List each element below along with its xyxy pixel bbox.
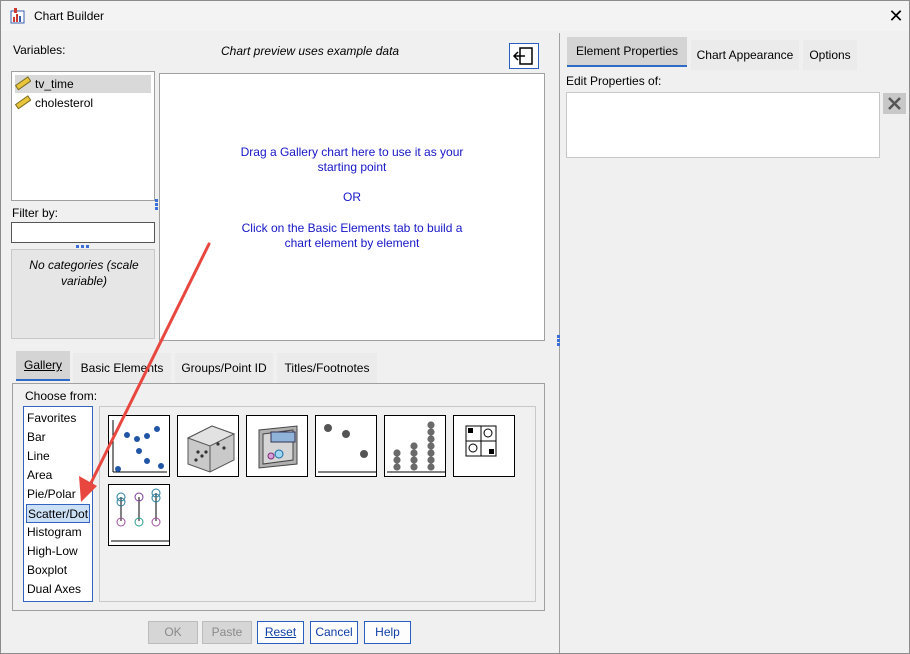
splitter-handle[interactable] bbox=[557, 335, 560, 347]
delete-element-button[interactable] bbox=[883, 93, 906, 114]
delete-x-icon bbox=[888, 97, 901, 110]
button-label: Help bbox=[375, 625, 400, 639]
filter-label: Filter by: bbox=[12, 206, 59, 220]
scatter-matrix-icon bbox=[465, 425, 497, 457]
category-item-high-low[interactable]: High-Low bbox=[26, 542, 90, 561]
tab-titles-footnotes[interactable]: Titles/Footnotes bbox=[277, 353, 377, 383]
preview-hint-line4: Click on the Basic Elements tab to build… bbox=[241, 221, 463, 235]
simple-dot-plot-thumbnail[interactable] bbox=[384, 415, 446, 477]
chart-builder-app-icon bbox=[10, 8, 25, 24]
scatterplot-matrix-thumbnail[interactable] bbox=[453, 415, 515, 477]
preview-caption: Chart preview uses example data bbox=[221, 44, 400, 58]
variable-item-tv-time[interactable]: tv_time bbox=[15, 75, 151, 93]
category-item-dual-axes[interactable]: Dual Axes bbox=[26, 580, 90, 599]
title-bar: Chart Builder ✕ bbox=[1, 1, 909, 31]
chart-builder-window: Chart Builder ✕ Variables: Chart preview… bbox=[0, 0, 910, 654]
tab-label: Gallery bbox=[23, 358, 62, 372]
variable-label: tv_time bbox=[35, 77, 74, 91]
preview-hint-or: OR bbox=[343, 190, 361, 204]
scale-ruler-icon bbox=[15, 95, 31, 110]
variable-item-cholesterol[interactable]: cholesterol bbox=[15, 94, 151, 112]
summary-point-icon bbox=[318, 424, 376, 473]
tab-chart-appearance[interactable]: Chart Appearance bbox=[691, 40, 799, 70]
window-title: Chart Builder bbox=[34, 9, 105, 23]
splitter-handle[interactable] bbox=[155, 199, 158, 211]
tab-label: Element Properties bbox=[575, 44, 679, 58]
cancel-button[interactable]: Cancel bbox=[310, 621, 358, 644]
annotation-arrow bbox=[79, 242, 211, 502]
tab-gallery[interactable]: Gallery bbox=[16, 351, 70, 381]
variable-label: cholesterol bbox=[35, 96, 94, 110]
grouped-3d-scatter-icon bbox=[258, 425, 298, 469]
button-label: Cancel bbox=[315, 625, 353, 639]
preview-hint-line1: Drag a Gallery chart here to use it as y… bbox=[240, 145, 464, 159]
category-item-histogram[interactable]: Histogram bbox=[26, 523, 90, 542]
reset-button[interactable]: Reset bbox=[257, 621, 304, 644]
close-icon: ✕ bbox=[888, 6, 904, 26]
summary-point-plot-thumbnail[interactable] bbox=[315, 415, 377, 477]
grouped-3d-scatter-thumbnail[interactable] bbox=[246, 415, 308, 477]
ok-button[interactable]: OK bbox=[148, 621, 198, 644]
expand-preview-button[interactable] bbox=[509, 43, 539, 69]
tab-options[interactable]: Options bbox=[803, 40, 857, 70]
edit-properties-list[interactable] bbox=[566, 92, 880, 158]
variables-list[interactable]: tv_time cholesterol bbox=[11, 71, 155, 201]
dot-plot-icon bbox=[387, 421, 445, 473]
edit-properties-label: Edit Properties of: bbox=[566, 74, 662, 88]
scale-ruler-icon bbox=[15, 76, 31, 91]
tab-label: Titles/Footnotes bbox=[284, 361, 370, 375]
button-label: Reset bbox=[264, 625, 297, 639]
category-item-boxplot[interactable]: Boxplot bbox=[26, 561, 90, 580]
tab-element-properties[interactable]: Element Properties bbox=[567, 37, 687, 67]
button-label: Paste bbox=[211, 625, 243, 639]
help-button[interactable]: Help bbox=[364, 621, 411, 644]
paste-button[interactable]: Paste bbox=[202, 621, 252, 644]
expand-panel-icon bbox=[512, 47, 533, 65]
close-window-button[interactable]: ✕ bbox=[885, 5, 907, 27]
tab-label: Chart Appearance bbox=[696, 48, 794, 62]
button-label: OK bbox=[164, 625, 182, 639]
tab-label: Options bbox=[809, 48, 851, 62]
preview-hint-line2: starting point bbox=[317, 160, 387, 174]
variables-label: Variables: bbox=[13, 43, 66, 57]
